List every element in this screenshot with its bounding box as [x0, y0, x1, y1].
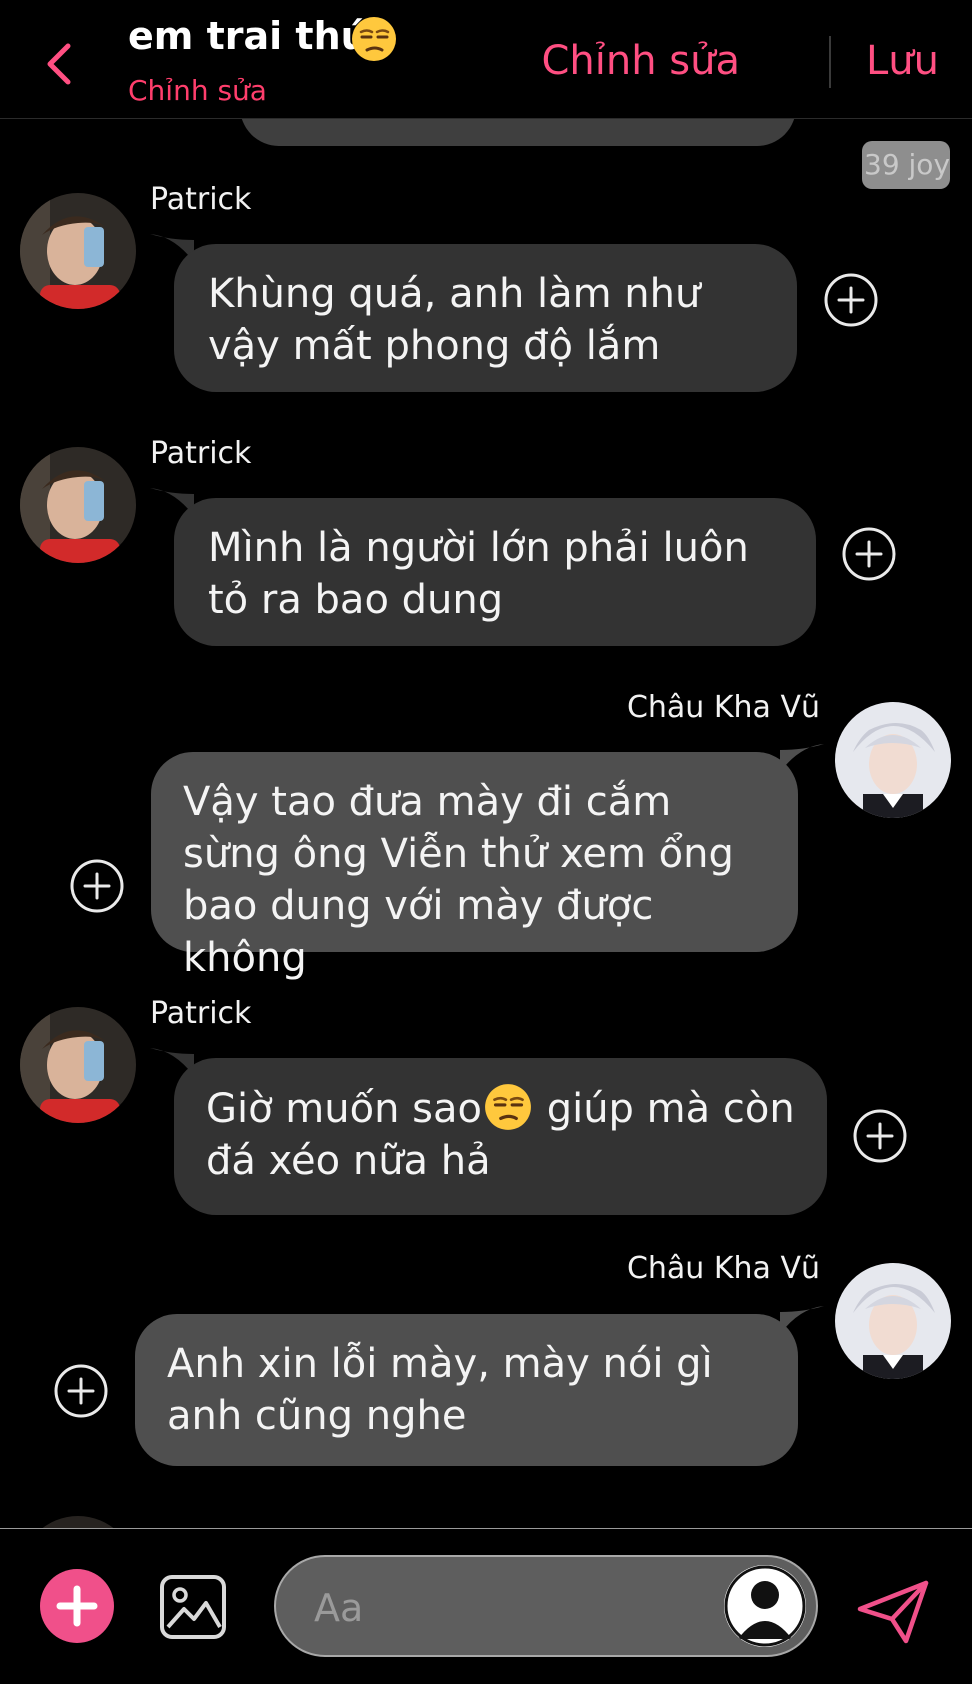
edit-button[interactable]: Chỉnh sửa	[541, 38, 740, 84]
user-silhouette-icon	[724, 1565, 806, 1647]
message-input-field[interactable]	[274, 1555, 818, 1657]
avatar[interactable]	[835, 1263, 951, 1379]
message-bubble[interactable]: Vậy tao đưa mày đi cắm sừng ông Viễn thử…	[151, 752, 798, 981]
message-text-before-emoji: Giờ muốn sao	[206, 1086, 482, 1132]
message-composer	[0, 1528, 972, 1684]
message-input[interactable]	[312, 1577, 696, 1639]
sender-avatar-toggle[interactable]	[724, 1565, 806, 1647]
avatar[interactable]	[835, 702, 951, 818]
previous-message-bubble	[240, 118, 796, 146]
header-divider	[829, 36, 831, 88]
add-reaction-icon[interactable]	[53, 1363, 109, 1419]
patrick-avatar-image	[20, 447, 136, 563]
unamused-face-icon	[352, 17, 396, 61]
avatar[interactable]	[20, 447, 136, 563]
avatar[interactable]	[20, 1516, 136, 1528]
add-attachment-button[interactable]	[40, 1569, 114, 1643]
message-bubble[interactable]: Anh xin lỗi mày, mày nói gì anh cũng ngh…	[135, 1314, 798, 1466]
avatar[interactable]	[20, 1007, 136, 1123]
add-reaction-icon[interactable]	[823, 272, 879, 328]
back-chevron-icon[interactable]	[38, 40, 78, 88]
sender-name: Châu Kha Vũ	[626, 690, 820, 725]
add-reaction-icon[interactable]	[852, 1108, 908, 1164]
add-reaction-icon[interactable]	[69, 858, 125, 914]
message-bubble[interactable]: Mình là người lớn phải luôn tỏ ra bao du…	[174, 498, 816, 646]
header-bar: em trai thúi Chỉnh sửa Chỉnh sửa Lưu	[0, 0, 972, 119]
message-bubble[interactable]: Giờ muốn sao giúp mà còn đá xéo nữa hả	[174, 1058, 827, 1215]
patrick-avatar-image	[20, 1516, 136, 1528]
sender-name: Patrick	[150, 436, 252, 471]
send-icon[interactable]	[856, 1579, 930, 1645]
message-bubble[interactable]: Khùng quá, anh làm như vậy mất phong độ …	[174, 244, 797, 392]
message-list[interactable]: 39 joy Patrick Khùng quá, anh làm như vậ…	[0, 118, 972, 1528]
sender-name: Patrick	[150, 996, 252, 1031]
conversation-title: em trai thúi	[128, 14, 381, 58]
sender-name: Patrick	[150, 182, 252, 217]
patrick-avatar-image	[20, 1007, 136, 1123]
unamused-face-icon	[485, 1084, 531, 1130]
chat-screen: em trai thúi Chỉnh sửa Chỉnh sửa Lưu 39 …	[0, 0, 972, 1684]
avatar[interactable]	[20, 193, 136, 309]
image-gallery-icon[interactable]	[158, 1573, 228, 1641]
patrick-avatar-image	[20, 193, 136, 309]
chau-kha-vu-avatar-image	[835, 1263, 951, 1379]
conversation-subtitle[interactable]: Chỉnh sửa	[128, 74, 267, 107]
reaction-badge: 39 joy	[862, 141, 950, 189]
save-button[interactable]: Lưu	[866, 38, 939, 84]
chau-kha-vu-avatar-image	[835, 702, 951, 818]
add-reaction-icon[interactable]	[841, 526, 897, 582]
sender-name: Châu Kha Vũ	[626, 1251, 820, 1286]
plus-icon	[56, 1585, 98, 1627]
